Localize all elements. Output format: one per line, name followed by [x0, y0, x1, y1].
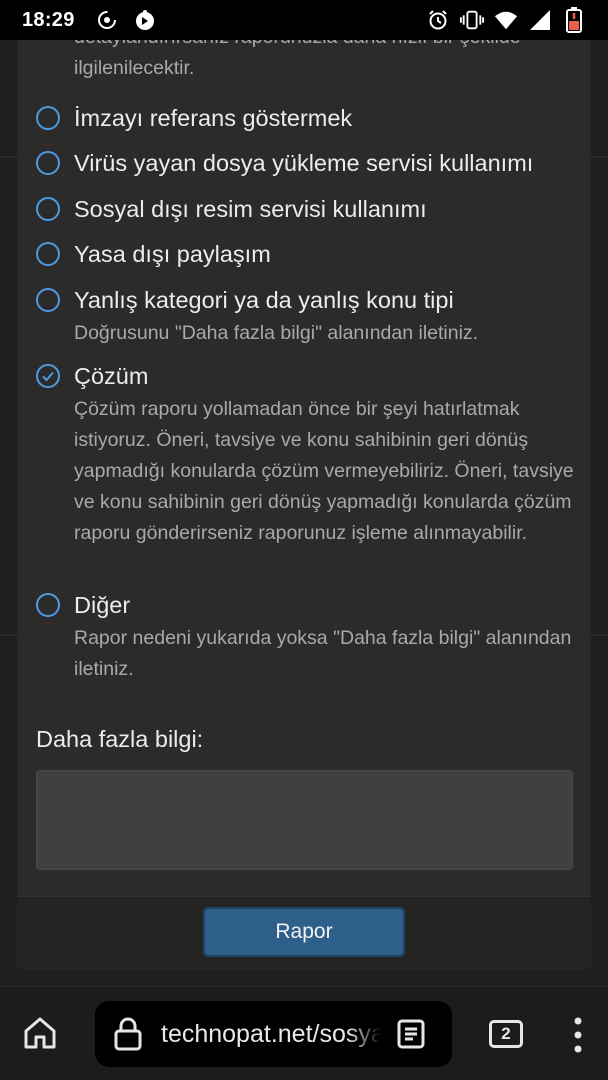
signal-icon	[528, 8, 552, 32]
url-text[interactable]: technopat.net/sosyal	[161, 1020, 381, 1049]
vibrate-icon	[460, 8, 484, 32]
alarm-icon	[426, 8, 450, 32]
home-icon[interactable]	[20, 1013, 60, 1053]
option-other[interactable]: Diğer Rapor nedeni yukarıda yoksa "Daha …	[36, 590, 576, 685]
option-signature[interactable]: İmzayı referans göstermek	[36, 103, 576, 133]
radio-checked-icon[interactable]	[36, 364, 60, 388]
more-menu-icon[interactable]	[568, 1015, 588, 1055]
option-wrong-category[interactable]: Yanlış kategori ya da yanlış konu tipi D…	[36, 285, 576, 349]
intro-text: detaylandırırsanız raporunuzla daha hızl…	[74, 40, 521, 79]
radio-unchecked-icon[interactable]	[36, 593, 60, 617]
option-label: Diğer	[74, 591, 131, 618]
option-description: Çözüm raporu yollamadan önce bir şeyi ha…	[74, 398, 574, 544]
radio-unchecked-icon[interactable]	[36, 151, 60, 175]
battery-low-icon	[562, 7, 586, 33]
radio-unchecked-icon[interactable]	[36, 197, 60, 221]
option-solution[interactable]: Çözüm Çözüm raporu yollamadan önce bir ş…	[36, 361, 576, 549]
reader-mode-icon[interactable]	[397, 1019, 425, 1049]
report-options-scroll[interactable]: detaylandırırsanız raporunuzla daha hızl…	[18, 40, 590, 896]
option-illegal-share[interactable]: Yasa dışı paylaşım	[36, 239, 576, 269]
radio-unchecked-icon[interactable]	[36, 242, 60, 266]
option-label: Sosyal dışı resim servisi kullanımı	[74, 195, 427, 222]
report-dialog: detaylandırırsanız raporunuzla daha hızl…	[18, 40, 590, 968]
option-label: Virüs yayan dosya yükleme servisi kullan…	[74, 149, 534, 176]
data-saver-icon	[95, 8, 119, 32]
status-time: 18:29	[22, 8, 75, 31]
browser-toolbar: technopat.net/sosyal 2	[0, 986, 608, 1080]
more-info-textarea[interactable]	[36, 770, 573, 870]
dialog-footer: Rapor	[18, 896, 590, 968]
more-info-label: Daha fazla bilgi:	[36, 726, 204, 752]
option-label: Yanlış kategori ya da yanlış konu tipi	[74, 286, 454, 313]
wifi-icon	[494, 8, 518, 32]
report-submit-button[interactable]: Rapor	[203, 907, 405, 957]
option-description: Rapor nedeni yukarıda yoksa "Daha fazla …	[74, 627, 572, 680]
lock-icon[interactable]	[113, 1017, 143, 1051]
option-virus-upload[interactable]: Virüs yayan dosya yükleme servisi kullan…	[36, 148, 576, 178]
option-description: Doğrusunu "Daha fazla bilgi" alanından i…	[74, 322, 479, 344]
radio-unchecked-icon[interactable]	[36, 288, 60, 312]
option-label: İmzayı referans göstermek	[74, 104, 353, 131]
app-notification-icon	[133, 8, 157, 32]
radio-unchecked-icon[interactable]	[36, 106, 60, 130]
option-label: Çözüm	[74, 362, 149, 389]
tabs-count-button[interactable]: 2	[489, 1020, 523, 1048]
status-bar: 18:29	[0, 0, 608, 40]
option-image-service[interactable]: Sosyal dışı resim servisi kullanımı	[36, 194, 576, 224]
url-bar[interactable]: technopat.net/sosyal	[95, 1001, 452, 1067]
option-label: Yasa dışı paylaşım	[74, 240, 271, 267]
